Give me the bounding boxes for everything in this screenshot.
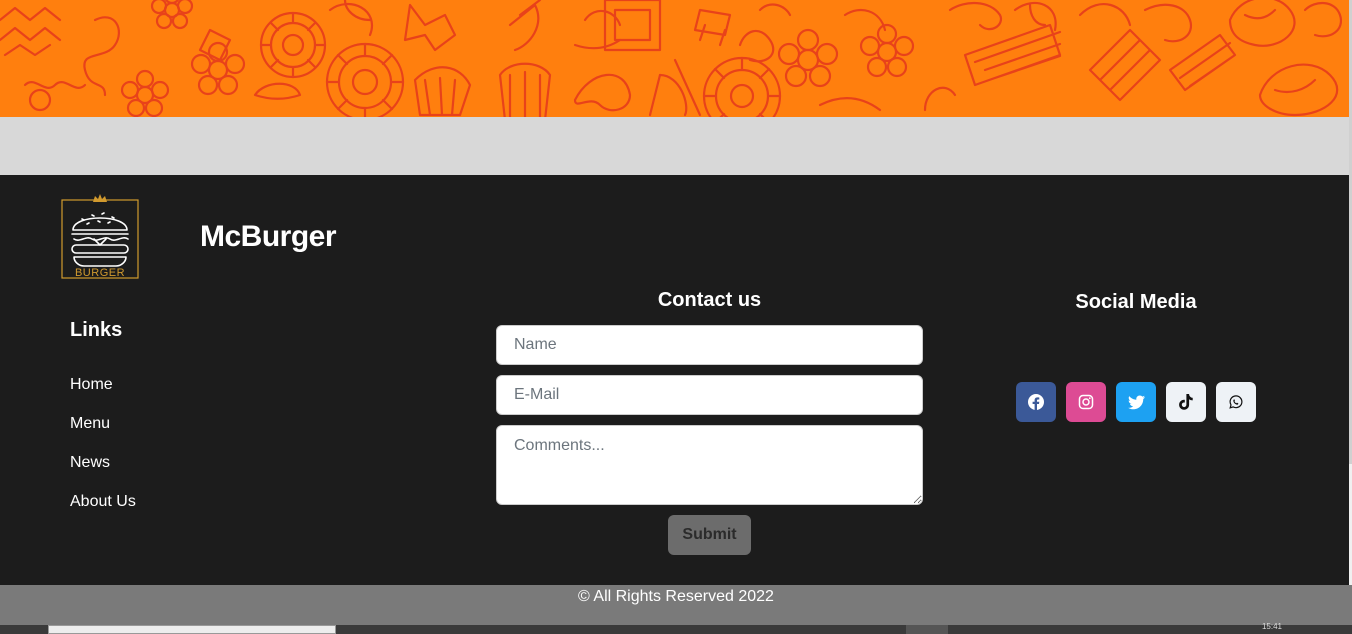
footer-link-news[interactable]: News	[70, 454, 136, 493]
hero-banner	[0, 0, 1349, 117]
os-taskbar: 15:41	[0, 622, 1352, 634]
tiktok-icon	[1179, 394, 1193, 410]
name-field[interactable]	[496, 325, 923, 365]
copyright-text: © All Rights Reserved 2022	[578, 588, 774, 605]
copyright-bar: © All Rights Reserved 2022	[0, 585, 1352, 625]
social-media-heading: Social Media	[1075, 291, 1197, 313]
facebook-button[interactable]	[1016, 382, 1056, 422]
whatsapp-icon	[1229, 395, 1243, 409]
email-field[interactable]	[496, 375, 923, 415]
taskbar-clock: 15:41	[1261, 622, 1282, 631]
footer-links-list: Home Menu News About Us	[70, 376, 136, 532]
twitter-icon	[1127, 394, 1145, 409]
instagram-button[interactable]	[1066, 382, 1106, 422]
facebook-icon	[1028, 394, 1044, 410]
comments-field[interactable]	[496, 425, 923, 505]
site-footer: BURGER McBurger Links Home Menu News Abo…	[0, 175, 1349, 585]
food-doodle-pattern	[0, 0, 1343, 117]
footer-link-about-us[interactable]: About Us	[70, 493, 136, 532]
whatsapp-button[interactable]	[1216, 382, 1256, 422]
taskbar-active-app[interactable]	[906, 625, 948, 634]
footer-link-home[interactable]: Home	[70, 376, 136, 415]
burger-crown-icon: BURGER	[61, 194, 139, 279]
footer-link-menu[interactable]: Menu	[70, 415, 136, 454]
links-heading: Links	[70, 319, 123, 341]
contact-heading: Contact us	[657, 289, 762, 311]
submit-button[interactable]: Submit	[668, 515, 751, 555]
social-buttons	[1016, 382, 1256, 422]
brand-name[interactable]: McBurger	[200, 220, 337, 254]
gray-spacer-band	[0, 117, 1349, 175]
taskbar-window-preview[interactable]	[48, 625, 336, 634]
twitter-button[interactable]	[1116, 382, 1156, 422]
logo-text: BURGER	[75, 267, 125, 279]
burger-logo[interactable]: BURGER	[60, 190, 140, 282]
tiktok-button[interactable]	[1166, 382, 1206, 422]
instagram-icon	[1078, 394, 1094, 410]
